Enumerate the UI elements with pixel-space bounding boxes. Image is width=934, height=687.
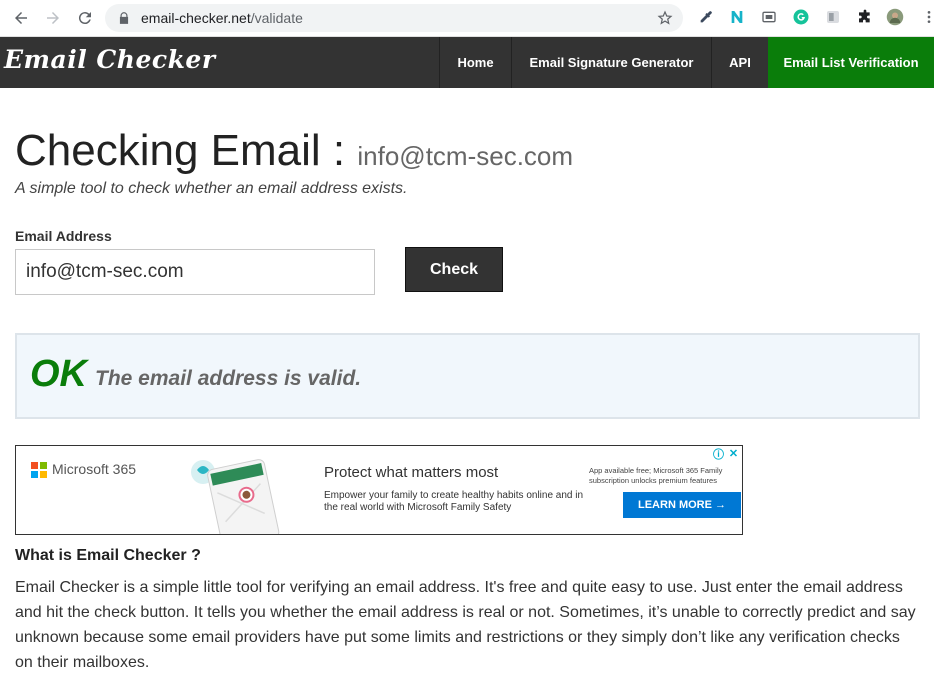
forward-icon[interactable]	[42, 7, 64, 29]
about-heading: What is Email Checker ?	[15, 547, 201, 564]
browser-toolbar: email-checker.net/validate	[0, 0, 934, 37]
result-message: The email address is valid.	[95, 367, 362, 390]
microsoft-logo-icon	[31, 462, 47, 478]
ad-fineprint: App available free; Microsoft 365 Family…	[589, 466, 723, 485]
lock-icon	[119, 12, 129, 24]
nav-email-list-verification[interactable]: Email List Verification	[768, 37, 934, 88]
reload-icon[interactable]	[74, 7, 96, 29]
kebab-menu-icon[interactable]	[920, 8, 934, 26]
page-title-text: Checking Email :	[15, 126, 346, 175]
ad-choices: ⓘ ✕	[712, 447, 740, 461]
ad-body: Empower your family to create healthy ha…	[324, 490, 584, 513]
site-header: Email Checker Home Email Signature Gener…	[0, 37, 934, 88]
cast-icon[interactable]	[760, 8, 778, 26]
learn-more-button[interactable]: LEARN MORE →	[623, 492, 741, 518]
ad-headline: Protect what matters most	[324, 464, 499, 481]
url-path: /validate	[250, 10, 303, 26]
address-bar[interactable]: email-checker.net/validate	[105, 4, 683, 32]
bookmark-star-icon[interactable]	[657, 10, 673, 26]
nav-api[interactable]: API	[711, 37, 768, 88]
url-host: email-checker.net	[141, 10, 251, 26]
nav-email-signature-generator[interactable]: Email Signature Generator	[511, 37, 711, 88]
site-logo[interactable]: Email Checker	[4, 45, 216, 74]
about-text: Email Checker is a simple little tool fo…	[15, 579, 916, 671]
grammarly-icon[interactable]	[792, 8, 810, 26]
email-field-label: Email Address	[15, 228, 112, 244]
url-text: email-checker.net/validate	[141, 10, 303, 26]
advertisement-banner[interactable]: Microsoft 365 Protect what matters most …	[15, 445, 743, 535]
result-status: OK	[30, 353, 87, 395]
page-title: Checking Email : info@tcm-sec.com	[15, 126, 573, 176]
page-title-email: info@tcm-sec.com	[357, 141, 574, 171]
n-extension-icon[interactable]	[728, 8, 746, 26]
check-button[interactable]: Check	[405, 247, 503, 292]
extension-square-icon[interactable]	[824, 8, 842, 26]
page-subtitle: A simple tool to check whether an email …	[15, 180, 408, 197]
phone-illustration-icon	[191, 459, 280, 534]
back-icon[interactable]	[10, 7, 32, 29]
ad-close-icon[interactable]: ✕	[727, 447, 740, 460]
nav-home[interactable]: Home	[439, 37, 511, 88]
puzzle-icon[interactable]	[856, 8, 874, 26]
eyedropper-icon[interactable]	[697, 8, 715, 26]
result-box: OK The email address is valid.	[15, 333, 920, 419]
email-field[interactable]	[15, 249, 375, 295]
avatar[interactable]	[886, 8, 904, 26]
adchoices-info-icon[interactable]: ⓘ	[712, 447, 725, 461]
main-nav: Home Email Signature Generator API Email…	[439, 37, 934, 88]
ad-brand: Microsoft 365	[52, 461, 137, 477]
